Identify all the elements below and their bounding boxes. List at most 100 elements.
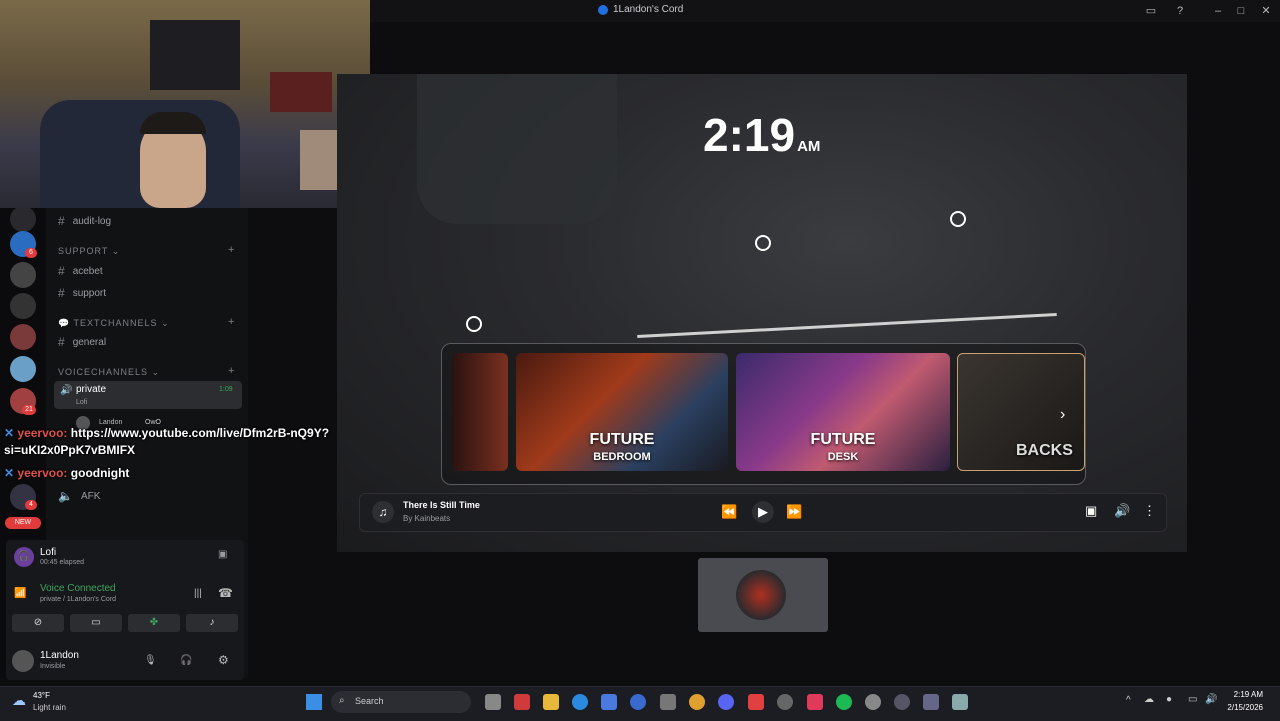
- weather-desc[interactable]: Light rain: [33, 703, 66, 712]
- discord-icon[interactable]: [718, 694, 734, 710]
- start-windows-icon[interactable]: [306, 694, 322, 710]
- help-icon[interactable]: ?: [1172, 3, 1188, 19]
- participant-avatar: [736, 570, 786, 620]
- maximize-button[interactable]: □: [1233, 3, 1249, 19]
- next-button[interactable]: ⏩: [786, 504, 802, 520]
- badge-4: 4: [25, 500, 37, 510]
- settings-icon[interactable]: [660, 694, 676, 710]
- add-channel-icon[interactable]: +: [228, 316, 234, 328]
- previous-button[interactable]: ⏪: [721, 504, 737, 520]
- taskbar-date[interactable]: 2/15/2026: [1217, 703, 1263, 712]
- hotspot-ring[interactable]: [950, 211, 966, 227]
- tray-cloud-icon[interactable]: ☁: [1144, 694, 1154, 705]
- server-icon[interactable]: [10, 206, 36, 232]
- username[interactable]: 1Landon: [40, 650, 79, 661]
- volume-icon[interactable]: 🔊: [1114, 503, 1130, 519]
- server-icon[interactable]: [10, 262, 36, 288]
- new-badge: NEW: [5, 517, 41, 529]
- close-button[interactable]: ✕: [1258, 3, 1274, 19]
- network-icon[interactable]: ▭: [1188, 694, 1197, 705]
- taskbar-search[interactable]: ⌕ Search: [331, 691, 471, 713]
- task-view-icon[interactable]: [485, 694, 501, 710]
- app-icon[interactable]: [777, 694, 793, 710]
- channel-afk[interactable]: 🔈 AFK: [58, 489, 100, 503]
- category-voicechannels[interactable]: VOICECHANNELS ⌄: [58, 367, 160, 378]
- chat-message-2: ✕ yeervoo: goodnight: [4, 466, 130, 480]
- scene-card-future-desk[interactable]: FUTURE DESK: [736, 353, 950, 471]
- edge-browser-icon[interactable]: [572, 694, 588, 710]
- badge-21: 21: [22, 405, 36, 415]
- chrome-icon[interactable]: [689, 694, 705, 710]
- add-channel-icon[interactable]: +: [228, 365, 234, 377]
- track-title: There Is Still Time: [403, 500, 480, 510]
- hash-icon: #: [58, 335, 65, 349]
- tray-app-icon[interactable]: ●: [1166, 694, 1172, 705]
- steam-icon[interactable]: [865, 694, 881, 710]
- image-icon[interactable]: ▣: [1085, 503, 1097, 519]
- store-icon[interactable]: [601, 694, 617, 710]
- disconnect-icon[interactable]: ☎: [218, 586, 233, 600]
- activities-button[interactable]: ✤: [128, 614, 180, 632]
- noise-suppression-icon[interactable]: |||: [194, 588, 202, 599]
- voice-location[interactable]: private / 1Landon's Cord: [40, 596, 116, 603]
- scene-card-future-bedroom[interactable]: FUTURE BEDROOM: [516, 353, 728, 471]
- camera-off-button[interactable]: ⊘: [12, 614, 64, 632]
- app-icon[interactable]: [514, 694, 530, 710]
- weather-temp[interactable]: 43°F: [33, 691, 50, 700]
- server-icon[interactable]: [10, 324, 36, 350]
- more-options-icon[interactable]: ⋮: [1143, 503, 1156, 519]
- window-title: 1Landon's Cord: [598, 4, 683, 15]
- speaker-volume-icon[interactable]: 🔊: [1205, 694, 1217, 705]
- app-icon[interactable]: [894, 694, 910, 710]
- spotify-icon[interactable]: [836, 694, 852, 710]
- file-explorer-icon[interactable]: [543, 694, 559, 710]
- channel-support[interactable]: # support: [58, 286, 106, 300]
- chevron-right-icon[interactable]: ›: [1060, 406, 1065, 424]
- tray-chevron-up-icon[interactable]: ^: [1126, 695, 1131, 706]
- streamer-hair: [140, 112, 206, 134]
- music-note-icon: ♫: [372, 501, 394, 523]
- activity-overlay-icon[interactable]: ▣: [218, 549, 227, 560]
- app-icon[interactable]: [748, 694, 764, 710]
- add-channel-icon[interactable]: +: [228, 244, 234, 256]
- search-icon: ⌕: [339, 695, 345, 706]
- scene-seat: [417, 74, 617, 224]
- user-avatar[interactable]: [12, 650, 34, 672]
- weather-cloud-icon[interactable]: ☁: [12, 692, 26, 709]
- scene-card-partial[interactable]: [452, 353, 508, 471]
- minimize-button[interactable]: –: [1210, 3, 1226, 19]
- server-icon[interactable]: [10, 356, 36, 382]
- inbox-icon[interactable]: ▭: [1143, 3, 1159, 19]
- headset-icon[interactable]: 🎧: [180, 655, 192, 666]
- voice-channel-name: private: [76, 384, 107, 395]
- hash-icon: #: [58, 214, 65, 228]
- voice-connected-label[interactable]: Voice Connected: [40, 583, 116, 594]
- voice-member-name[interactable]: Landon: [99, 419, 122, 426]
- channel-audit-log[interactable]: # audit-log: [58, 214, 111, 228]
- signal-icon: 📶: [14, 588, 27, 599]
- user-status: Invisible: [40, 663, 66, 670]
- track-artist: By Kainbeats: [403, 514, 451, 523]
- hotspot-ring[interactable]: [466, 316, 482, 332]
- soundboard-button[interactable]: ♪: [186, 614, 238, 632]
- speaker-icon: 🔊: [60, 385, 73, 396]
- server-icon[interactable]: [10, 293, 36, 319]
- hotspot-ring[interactable]: [755, 235, 771, 251]
- taskbar-time[interactable]: 2:19 AM: [1227, 690, 1263, 699]
- settings-gear-icon[interactable]: ⚙: [218, 653, 229, 667]
- category-textchannels[interactable]: 💬 TEXTCHANNELS ⌄: [58, 318, 170, 329]
- chat-message-1-cont: si=uKI2x0PpK7vBMIFX: [4, 443, 136, 457]
- channel-acebet[interactable]: # acebet: [58, 264, 103, 278]
- microphone-icon[interactable]: 🎙: [144, 655, 157, 666]
- play-button[interactable]: ▶: [752, 501, 774, 523]
- scene-card-backseat[interactable]: BACKS: [957, 353, 1085, 471]
- participant-tile[interactable]: [698, 558, 828, 632]
- channel-general[interactable]: # general: [58, 335, 106, 349]
- app-icon[interactable]: [807, 694, 823, 710]
- app-icon[interactable]: [630, 694, 646, 710]
- calculator-icon[interactable]: [952, 694, 968, 710]
- share-screen-button[interactable]: ▭: [70, 614, 122, 632]
- app-icon[interactable]: [923, 694, 939, 710]
- voice-channel-activity: Lofi: [76, 399, 88, 406]
- category-support[interactable]: SUPPORT ⌄: [58, 246, 120, 257]
